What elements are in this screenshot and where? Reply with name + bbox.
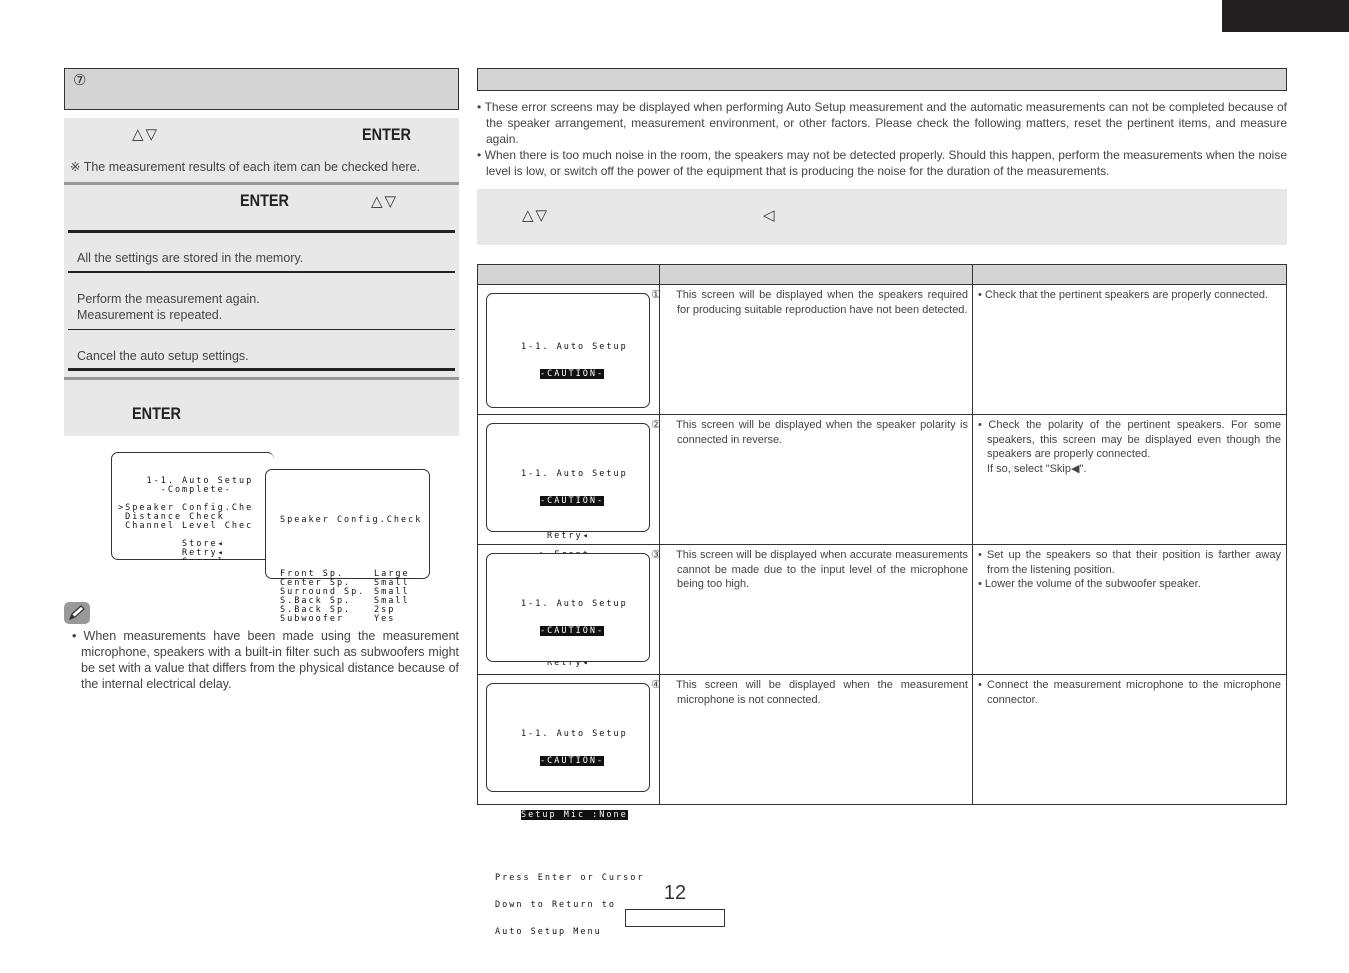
store-option-description: All the settings are stored in the memor… <box>77 251 304 265</box>
step-heading-box: ⑦ <box>64 68 459 110</box>
config-rows: Front Sp. Large Center Sp. Small Surround Sp… <box>280 570 429 624</box>
screen-title: 1-1. Auto Setup <box>521 342 628 352</box>
page-number: 12 <box>663 882 687 904</box>
error-instruction-panel: △▽ ◁ <box>477 189 1287 245</box>
screen-cell: 1-1. Auto Setup -CAUTION- > Front L : No… <box>477 284 660 568</box>
error-table: 1-1. Auto Setup -CAUTION- > Front L : No… <box>477 264 1287 937</box>
screen-line: Press Enter or Cursor <box>495 873 645 883</box>
error-intro: • These error screens may be displayed w… <box>477 99 1287 179</box>
config-value: Yes <box>374 614 396 624</box>
complete-screen-text: 1-1. Auto Setup -Complete- >Speaker Confi… <box>112 471 274 567</box>
phase-error-screen: 1-1. Auto Setup -CAUTION- > Front L :Pha… <box>486 423 650 722</box>
result-check-panel: △▽ ENTER ※ The measurement results of ea… <box>64 118 459 182</box>
cause-cell: ② This screen will be displayed when the … <box>651 414 973 545</box>
item-number: ① <box>651 289 661 301</box>
caution-label: -CAUTION- <box>540 626 605 636</box>
remedy-item: If so, select "Skip◀". <box>987 462 1087 475</box>
divider <box>68 271 455 273</box>
remedy-item: • Lower the volume of the subwoofer spea… <box>978 578 1201 590</box>
error-section-heading-box <box>477 68 1287 91</box>
table-row: 1-1. Auto Setup -CAUTION- > Front L : No… <box>477 284 1287 568</box>
cancel-option-description: Cancel the auto setup settings. <box>77 349 249 363</box>
cause-text: This screen will be displayed when accur… <box>676 549 968 590</box>
enter-key-label: ENTER <box>132 404 181 423</box>
table-header-row <box>477 264 1287 285</box>
section-tab <box>1222 0 1349 32</box>
store-retry-cancel-panel: ENTER △▽ All the settings are stored in … <box>64 185 459 377</box>
error-highlight: Setup Mic :None <box>521 810 628 820</box>
table-row: 1-1. Auto Setup -CAUTION- Mic Input Over… <box>477 544 1287 789</box>
cause-cell: ④ This screen will be displayed when the … <box>651 674 973 805</box>
table-row: 1-1. Auto Setup -CAUTION- > Front L :Pha… <box>477 414 1287 722</box>
result-note: ※ The measurement results of each item c… <box>70 160 421 174</box>
enter-key-label: ENTER <box>362 125 411 144</box>
caution-label: -CAUTION- <box>540 496 605 506</box>
divider <box>68 368 455 371</box>
remedy-item: • Check that the pertinent speakers are … <box>978 289 1269 301</box>
header-screen <box>477 264 660 285</box>
screen-line: Cancel◂ <box>118 557 232 567</box>
left-arrow-icon: ◁ <box>763 207 777 224</box>
mic-not-connected-error-screen: 1-1. Auto Setup -CAUTION- Setup Mic :Non… <box>486 683 650 937</box>
retry-line-2: Measurement is repeated. <box>77 308 223 322</box>
screen-title: 1-1. Auto Setup <box>521 469 628 479</box>
retry-line-1: Perform the measurement again. <box>77 292 260 306</box>
screen-cell: 1-1. Auto Setup -CAUTION- Setup Mic :Non… <box>477 674 660 937</box>
item-number: ② <box>651 419 661 431</box>
pencil-icon <box>64 602 90 624</box>
cause-text: This screen will be displayed when the s… <box>676 419 968 446</box>
cause-text: This screen will be displayed when the s… <box>676 289 968 316</box>
remedy-item: • Set up the speakers so that their posi… <box>978 549 1281 576</box>
caution-label: -CAUTION- <box>540 756 605 766</box>
remedy-cell: • Check that the pertinent speakers are … <box>972 284 1287 415</box>
screen-title: 1-1. Auto Setup <box>521 599 628 609</box>
remedy-item: • Connect the measurement microphone to … <box>978 679 1281 706</box>
measurement-note: • When measurements have been made using… <box>72 628 459 692</box>
cause-cell: ③ This screen will be displayed when accu… <box>651 544 973 675</box>
mic-overload-error-screen: 1-1. Auto Setup -CAUTION- Mic Input Over… <box>486 553 650 789</box>
screen-line: Auto Setup Menu <box>495 927 602 937</box>
intro-bullet: • These error screens may be displayed w… <box>477 100 1287 146</box>
page-label-box <box>625 909 725 927</box>
config-row: Subwoofer Yes <box>280 615 429 624</box>
config-screen-title: Speaker Config.Check <box>280 515 423 525</box>
screen-title: 1-1. Auto Setup <box>521 729 628 739</box>
cause-cell: ① This screen will be displayed when the … <box>651 284 973 415</box>
retry-option-description: Perform the measurement again. Measureme… <box>77 291 260 323</box>
table-row: 1-1. Auto Setup -CAUTION- Setup Mic :Non… <box>477 674 1287 937</box>
enter-key-label: ENTER <box>240 191 289 210</box>
up-down-arrows-icon: △▽ <box>371 193 399 210</box>
confirm-panel: ENTER <box>64 380 459 436</box>
screen-line: Channel Level Chec <box>118 521 254 531</box>
header-remedy <box>972 264 1287 285</box>
divider <box>68 329 455 330</box>
caution-label: -CAUTION- <box>540 369 605 379</box>
item-number: ③ <box>651 549 661 561</box>
remedy-item: • Check the polarity of the pertinent sp… <box>978 419 1281 460</box>
config-label: Subwoofer <box>280 614 345 624</box>
step-number: ⑦ <box>73 72 87 89</box>
intro-bullet: • When there is too much noise in the ro… <box>477 148 1287 178</box>
divider <box>68 230 455 233</box>
cause-text: This screen will be displayed when the m… <box>676 679 968 706</box>
remedy-cell: • Check the polarity of the pertinent sp… <box>972 414 1287 545</box>
remedy-cell: • Set up the speakers so that their posi… <box>972 544 1287 675</box>
screen-cell: 1-1. Auto Setup -CAUTION- Mic Input Over… <box>477 544 660 789</box>
auto-setup-complete-screen: 1-1. Auto Setup -Complete- >Speaker Confi… <box>111 452 274 560</box>
note-text: • When measurements have been made using… <box>72 629 459 691</box>
speaker-config-check-screen: Speaker Config.Check Front Sp. Large Cente… <box>265 469 430 624</box>
screen-cell: 1-1. Auto Setup -CAUTION- > Front L :Pha… <box>477 414 660 722</box>
header-cause <box>659 264 973 285</box>
remedy-cell: • Connect the measurement microphone to … <box>972 674 1287 805</box>
up-down-arrows-icon: △▽ <box>522 207 550 224</box>
no-speaker-error-screen: 1-1. Auto Setup -CAUTION- > Front L : No… <box>486 293 650 568</box>
up-down-arrows-icon: △▽ <box>132 126 160 143</box>
item-number: ④ <box>651 679 661 691</box>
screen-line: -Complete- <box>118 485 232 495</box>
